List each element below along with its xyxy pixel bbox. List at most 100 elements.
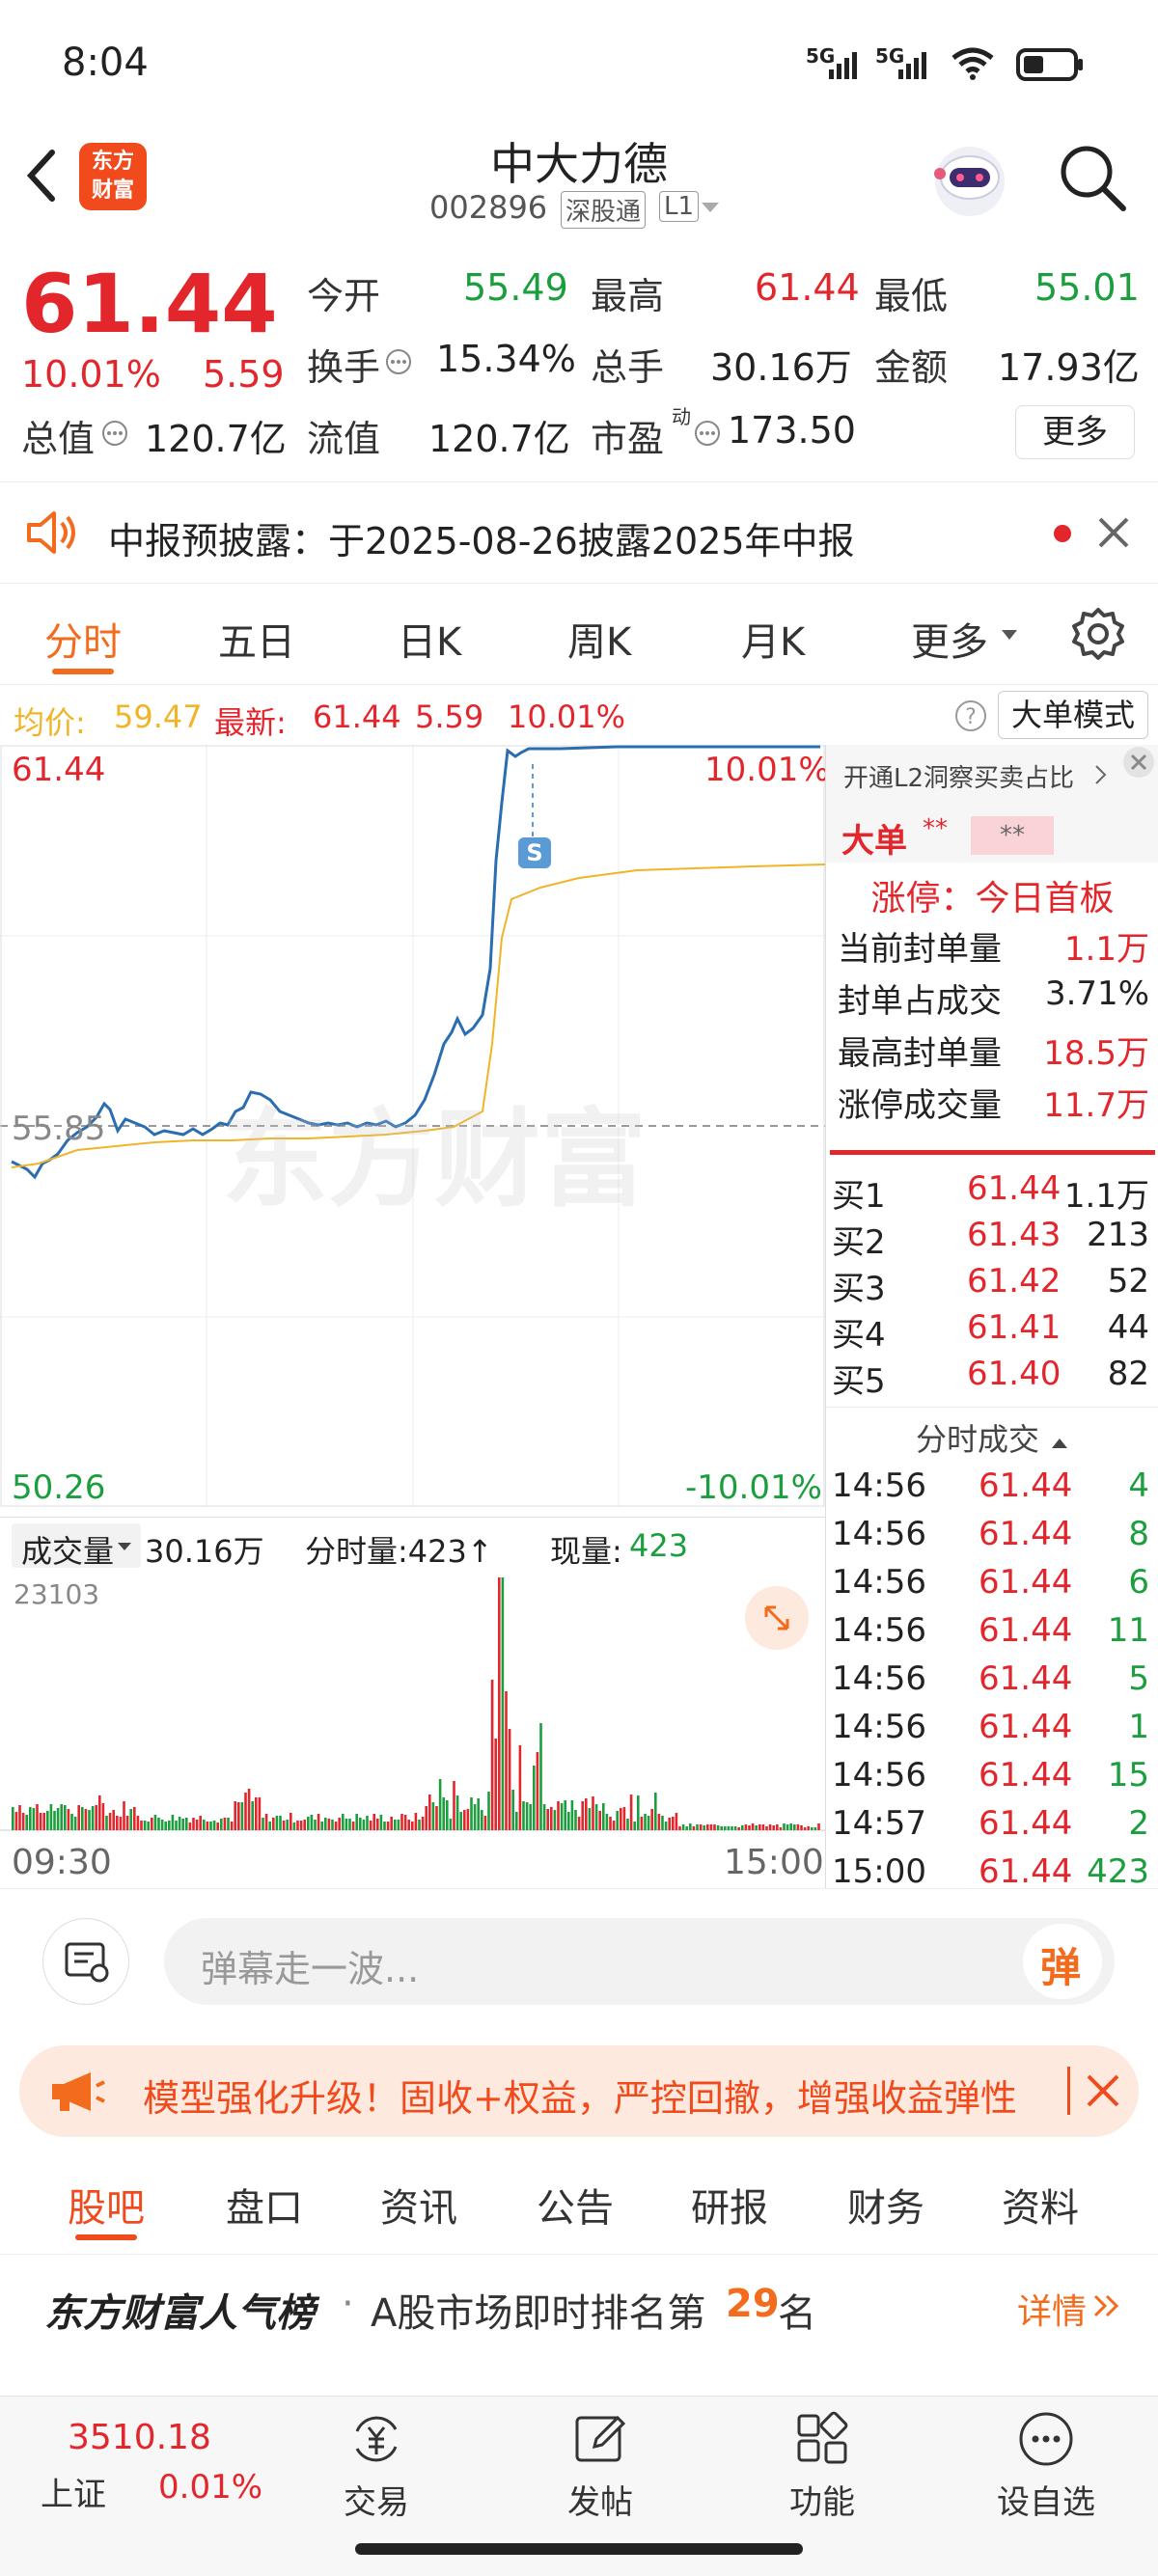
tab-five-day[interactable]: 五日 (218, 611, 295, 667)
tick-trades-title: 分时成交 (915, 1421, 1039, 1458)
nav-function[interactable]: 功能 (755, 2408, 890, 2523)
tab-intraday[interactable]: 分时 (44, 611, 122, 667)
volume-bar (227, 1818, 230, 1830)
expand-button[interactable] (745, 1586, 809, 1650)
l2-promo[interactable]: 开通L2洞察买卖占比 (826, 745, 1158, 805)
notice-bar[interactable]: 中报预披露：于2025-08-26披露2025年中报 (0, 482, 1158, 584)
intraday-chart[interactable]: 61.44 10.01% 55.85 50.26 -10.01% 东方财富 S … (0, 745, 830, 1888)
tab-guba[interactable]: 股吧 (68, 2177, 145, 2233)
tab-news[interactable]: 资讯 (380, 2177, 457, 2233)
info-icon[interactable] (384, 347, 413, 376)
volume-bar (199, 1816, 202, 1830)
volume-bar (518, 1745, 522, 1830)
volume-bar (18, 1805, 21, 1830)
volume-bar (588, 1808, 592, 1830)
rank-number: 29 (726, 2282, 780, 2326)
bid-row[interactable]: 买1 61.44 1.1万 (832, 1169, 1149, 1219)
pe-dynamic-sup: 动 (672, 405, 691, 428)
tick-volume: 5 (1128, 1659, 1149, 1698)
promo-banner[interactable]: 模型强化升级！固收+权益，严控回撤，增强收益弹性 (19, 2045, 1139, 2137)
rank-detail-link[interactable]: 详情 (1017, 2284, 1087, 2334)
bid-row[interactable]: 买3 61.42 52 (832, 1262, 1149, 1312)
close-icon[interactable] (1096, 515, 1131, 550)
volume-bar (164, 1822, 167, 1830)
tab-daily-k[interactable]: 日K (398, 611, 461, 667)
volume-bar (56, 1808, 60, 1830)
tab-research[interactable]: 研报 (691, 2177, 768, 2233)
volume-selector[interactable]: 成交量 (12, 1523, 141, 1570)
volume-bar (724, 1826, 727, 1830)
market-cap-value: 120.7亿 (145, 418, 287, 460)
avg-value: 59.47 (114, 699, 203, 735)
y-min-label: 50.26 (12, 1468, 106, 1507)
danmu-send-button[interactable]: 弹 (1023, 1924, 1102, 1999)
volume-bar (470, 1797, 473, 1830)
danmu-input[interactable]: 弹幕走一波... 弹 (164, 1918, 1115, 2005)
robot-assistant-icon[interactable] (926, 135, 1013, 222)
volume-bar (546, 1809, 549, 1830)
more-button[interactable]: 更多 (1015, 405, 1135, 459)
tab-profile[interactable]: 资料 (1002, 2177, 1079, 2233)
tab-weekly-k[interactable]: 周K (567, 611, 631, 667)
bid-row[interactable]: 买4 61.41 44 (832, 1308, 1149, 1358)
tab-pankou[interactable]: 盘口 (226, 2177, 303, 2233)
tab-more[interactable]: 更多 (911, 611, 988, 667)
bid-row[interactable]: 买2 61.43 213 (832, 1216, 1149, 1266)
tick-price: 61.44 (979, 1611, 1073, 1650)
tick-price: 61.44 (979, 1515, 1073, 1553)
volume-bar (379, 1815, 383, 1830)
nav-post[interactable]: 发帖 (533, 2408, 668, 2523)
danmu-bar: 弹幕走一波... 弹 (0, 1888, 1158, 2033)
volume-bar (324, 1818, 327, 1830)
popularity-rank-row[interactable]: 东方财富人气榜 · A股市场即时排名第 29 名 详情 (0, 2255, 1158, 2361)
nav-watchlist[interactable]: 设自选 (979, 2408, 1114, 2523)
info-icon-3[interactable] (693, 419, 722, 448)
wifi-icon (951, 47, 994, 80)
danmu-settings-button[interactable] (42, 1918, 129, 2005)
tick-trades-header[interactable]: 分时成交 (826, 1407, 1158, 1459)
settings-gear-icon[interactable] (1069, 605, 1127, 663)
volume-bar (696, 1824, 699, 1830)
help-icon[interactable]: ? (953, 699, 988, 733)
search-icon[interactable] (1056, 141, 1129, 214)
turnover-label: 换手 (307, 346, 381, 389)
bid-row[interactable]: 买5 61.40 82 (832, 1355, 1149, 1405)
index-ticker[interactable]: 3510.18 上证 0.01% (0, 2397, 290, 2522)
tick-volume: 11 (1107, 1611, 1149, 1650)
volume-bar (192, 1818, 195, 1830)
volume-bar (481, 1810, 483, 1830)
tab-monthly-k[interactable]: 月K (741, 611, 805, 667)
big-order-mode-button[interactable]: 大单模式 (998, 691, 1148, 739)
more-dots-icon (1019, 2412, 1073, 2466)
volume-bar (418, 1820, 421, 1830)
volume-bar (282, 1821, 286, 1830)
volume-bar (511, 1790, 514, 1830)
tab-announcement[interactable]: 公告 (537, 2177, 614, 2233)
tick-volume: 8 (1128, 1515, 1149, 1553)
close-icon-banner[interactable] (1085, 2072, 1121, 2109)
volume-bar (779, 1827, 783, 1830)
tick-row: 14:56 61.44 15 (832, 1756, 1149, 1806)
last-percent: 10.01% (508, 699, 626, 735)
volume-bar (505, 1691, 508, 1830)
bid-volume: 1.1万 (1063, 1177, 1149, 1216)
tag-shenguotong: 深股通 (561, 191, 647, 229)
volume-bar (786, 1824, 789, 1830)
close-icon-l2[interactable] (1121, 745, 1156, 780)
pe-label: 市盈 (591, 418, 665, 460)
volume-bar (314, 1820, 317, 1830)
s-marker[interactable]: S (518, 837, 551, 868)
volume-bar (768, 1824, 772, 1830)
edit-post-icon (575, 2415, 626, 2462)
volume-bar (77, 1805, 80, 1830)
volume-bar (290, 1813, 292, 1830)
bid-volume: 44 (1107, 1308, 1149, 1347)
chevron-down-icon[interactable] (700, 201, 721, 214)
tab-finance[interactable]: 财务 (847, 2177, 924, 2233)
info-icon-2[interactable] (100, 419, 129, 448)
volume-bar (351, 1822, 355, 1830)
tick-volume: 6 (1128, 1563, 1149, 1602)
tick-volume: 2 (1128, 1804, 1149, 1843)
nav-trade[interactable]: 交易 (309, 2408, 444, 2523)
active-tab-indicator (52, 669, 114, 674)
